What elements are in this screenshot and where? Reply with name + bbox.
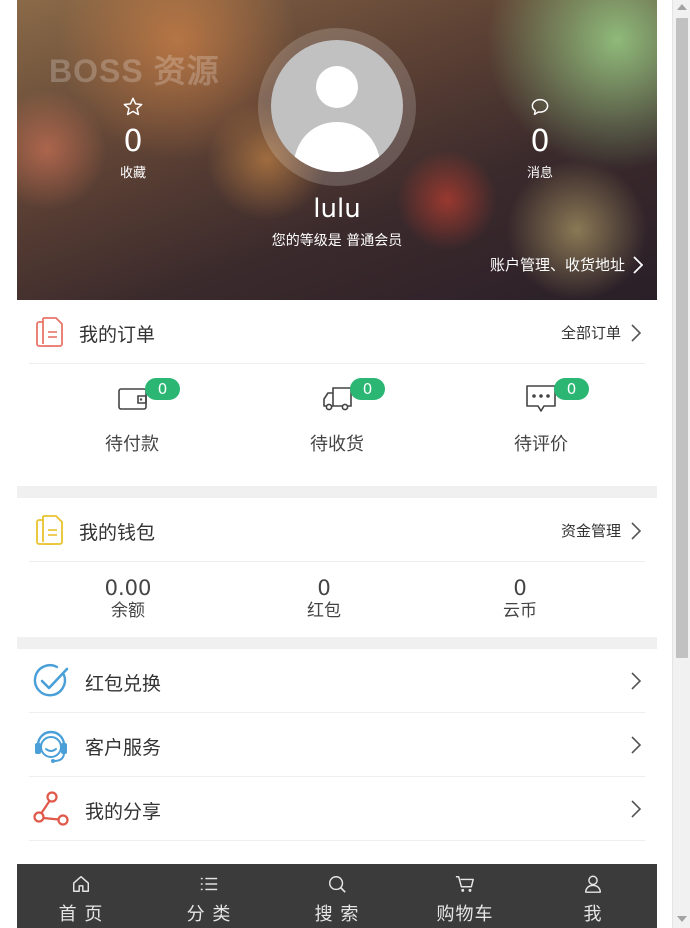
wallet-section: 我的钱包 资金管理 0.00 余额 0 红包 0 云币 <box>17 498 657 637</box>
avatar[interactable] <box>271 40 403 172</box>
wallet-label: 红包 <box>307 601 341 621</box>
user-avatar-icon <box>293 66 381 172</box>
menu-item-label: 红包兑换 <box>85 673 162 695</box>
chevron-right-icon <box>631 672 641 690</box>
wallet-label: 余额 <box>111 601 145 621</box>
wallet-balance[interactable]: 0.00 余额 <box>73 576 183 622</box>
bottom-nav: 首 页 分 类 搜 索 购物车 我 <box>17 864 657 928</box>
all-orders-label: 全部订单 <box>560 324 621 342</box>
chevron-right-icon <box>631 323 641 342</box>
messages-count: 0 <box>530 124 550 159</box>
share-icon <box>33 791 69 826</box>
search-icon <box>329 876 346 893</box>
favorites-count: 0 <box>123 124 143 159</box>
favorites-label: 收藏 <box>119 166 146 181</box>
vertical-scrollbar[interactable] <box>672 0 690 928</box>
nav-label: 购物车 <box>436 904 494 925</box>
menu-list: 红包兑换 客户服务 我的分享 <box>17 649 657 885</box>
nav-cart[interactable]: 购物车 <box>401 864 529 928</box>
menu-item-my-share[interactable]: 我的分享 <box>29 777 645 841</box>
account-management-link[interactable]: 账户管理、收货地址 <box>490 254 643 275</box>
menu-item-redeem[interactable]: 红包兑换 <box>29 649 645 713</box>
wallet-title: 我的钱包 <box>79 522 156 544</box>
orders-section: 我的订单 全部订单 0 待付款 0 待收货 0 待评价 <box>17 300 657 486</box>
wallet-value: 0 <box>513 576 527 600</box>
wallet-header[interactable]: 我的钱包 资金管理 <box>29 498 645 562</box>
nav-search[interactable]: 搜 索 <box>273 864 401 928</box>
cart-icon <box>455 876 474 892</box>
nav-label: 分 类 <box>186 904 232 925</box>
page: BOSS 资源 0 收藏 0 消息 lulu 您的等级是 普通会员 账户管理、收… <box>0 0 690 928</box>
order-pending-review[interactable]: 0 待评价 <box>486 378 596 456</box>
account-link-label: 账户管理、收货地址 <box>489 256 625 274</box>
favorites-stat[interactable]: 0 收藏 <box>93 96 173 181</box>
nav-label: 搜 索 <box>314 904 360 925</box>
chevron-right-icon <box>631 521 641 540</box>
order-pending-delivery[interactable]: 0 待收货 <box>282 378 392 456</box>
check-circle-icon <box>33 664 69 697</box>
nav-category[interactable]: 分 类 <box>145 864 273 928</box>
member-level: 您的等级是 普通会员 <box>271 233 403 249</box>
wallet-label: 云币 <box>503 601 537 621</box>
star-icon <box>123 97 143 116</box>
chevron-right-icon <box>633 255 643 274</box>
menu-item-label: 客户服务 <box>85 737 162 759</box>
order-item-label: 待付款 <box>105 434 159 455</box>
watermark: BOSS 资源 <box>49 53 220 89</box>
orders-header[interactable]: 我的订单 全部订单 <box>29 300 645 364</box>
wallet-cloud-coin[interactable]: 0 云币 <box>465 576 575 622</box>
profile-header: BOSS 资源 0 收藏 0 消息 lulu 您的等级是 普通会员 账户管理、收… <box>17 0 657 300</box>
nav-label: 首 页 <box>58 904 104 925</box>
chevron-right-icon <box>631 800 641 818</box>
wallet-value: 0.00 <box>104 576 152 600</box>
order-item-label: 待评价 <box>514 434 568 455</box>
nav-me[interactable]: 我 <box>529 864 657 928</box>
menu-item-label: 我的分享 <box>85 801 162 823</box>
order-item-label: 待收货 <box>310 434 364 455</box>
order-pending-payment[interactable]: 0 待付款 <box>77 378 187 456</box>
nav-home[interactable]: 首 页 <box>17 864 145 928</box>
order-badge: 0 <box>350 378 385 400</box>
nav-label: 我 <box>583 904 603 925</box>
wallet-red-packet[interactable]: 0 红包 <box>269 576 379 622</box>
scroll-thumb[interactable] <box>676 18 688 658</box>
wallet-document-icon <box>36 515 63 545</box>
scroll-up-arrow-icon[interactable] <box>677 4 687 10</box>
list-icon <box>200 877 218 891</box>
wallet-value: 0 <box>317 576 331 600</box>
order-badge: 0 <box>145 378 180 400</box>
chat-bubble-icon <box>531 98 549 116</box>
app-view: BOSS 资源 0 收藏 0 消息 lulu 您的等级是 普通会员 账户管理、收… <box>17 0 657 928</box>
menu-item-customer-service[interactable]: 客户服务 <box>29 713 645 777</box>
scroll-down-arrow-icon[interactable] <box>677 916 687 922</box>
messages-stat[interactable]: 0 消息 <box>500 96 580 181</box>
orders-title: 我的订单 <box>79 324 156 346</box>
home-icon <box>73 876 90 892</box>
order-document-icon <box>36 317 63 347</box>
headset-icon <box>35 730 67 763</box>
chevron-right-icon <box>631 736 641 754</box>
messages-label: 消息 <box>526 166 553 181</box>
fund-management-link[interactable]: 资金管理 <box>561 520 641 541</box>
all-orders-link[interactable]: 全部订单 <box>561 322 641 343</box>
fund-management-label: 资金管理 <box>560 522 621 540</box>
user-icon <box>585 875 601 893</box>
order-badge: 0 <box>554 378 589 400</box>
username: lulu <box>313 194 361 224</box>
